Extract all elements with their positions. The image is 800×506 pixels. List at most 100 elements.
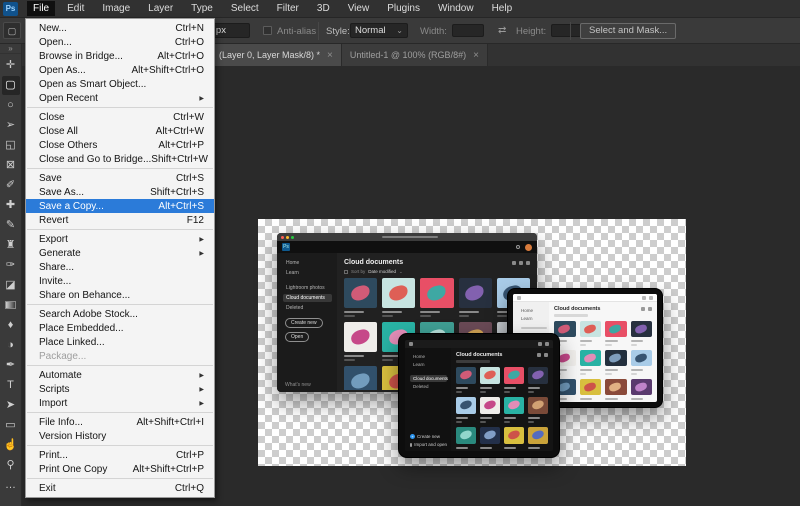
menu-plugins[interactable]: Plugins <box>381 1 426 16</box>
document-thumbnail <box>580 379 602 401</box>
menu-image[interactable]: Image <box>96 1 136 16</box>
menu-3d[interactable]: 3D <box>311 1 336 16</box>
menu-file[interactable]: File <box>27 1 55 16</box>
submenu-arrow-icon: ▶ <box>199 386 204 393</box>
tab-close-icon[interactable]: × <box>473 50 479 61</box>
file-menu-item-open-recent[interactable]: Open Recent▶ <box>26 91 214 105</box>
file-menu-item-place-embedded[interactable]: Place Embedded... <box>26 321 214 335</box>
file-menu-item-print[interactable]: Print...Ctrl+P <box>26 448 214 462</box>
file-menu-item-share-on-behance[interactable]: Share on Behance... <box>26 288 214 302</box>
history-brush-tool[interactable]: ✑ <box>2 256 20 275</box>
document-thumbnail <box>631 321 653 346</box>
file-menu-item-browse-in-bridge[interactable]: Browse in Bridge...Alt+Ctrl+O <box>26 49 214 63</box>
menu-select[interactable]: Select <box>225 1 265 16</box>
file-menu-item-share[interactable]: Share... <box>26 260 214 274</box>
file-menu-item-file-info[interactable]: File Info...Alt+Shift+Ctrl+I <box>26 415 214 429</box>
menu-shortcut: Ctrl+S <box>176 173 204 184</box>
lasso-tool[interactable]: ○ <box>2 96 20 115</box>
clone-stamp-tool[interactable]: ♜ <box>2 236 20 255</box>
collapse-panel-icon[interactable]: » <box>0 44 21 54</box>
menu-view[interactable]: View <box>342 1 376 16</box>
rectangular-marquee-tool[interactable]: ▢ <box>2 76 20 95</box>
file-menu-item-export[interactable]: Export▶ <box>26 232 214 246</box>
file-menu-item-search-adobe-stock[interactable]: Search Adobe Stock... <box>26 307 214 321</box>
mockup-sidebar-item: Learn <box>518 315 545 322</box>
height-input[interactable] <box>551 24 583 37</box>
menu-layer[interactable]: Layer <box>142 1 179 16</box>
menu-filter[interactable]: Filter <box>271 1 305 16</box>
mockup-sidebar-item: Lightroom photos <box>283 284 332 292</box>
hand-tool[interactable]: ☝ <box>2 436 20 455</box>
brush-tool[interactable]: ✎ <box>2 216 20 235</box>
blur-tool[interactable]: ♦ <box>2 316 20 335</box>
file-menu-item-exit[interactable]: ExitCtrl+Q <box>26 481 214 495</box>
file-menu-item-place-linked[interactable]: Place Linked... <box>26 335 214 349</box>
crop-tool[interactable]: ◱ <box>2 136 20 155</box>
file-menu-item-open-as[interactable]: Open As...Alt+Shift+Ctrl+O <box>26 63 214 77</box>
file-menu-item-close-others[interactable]: Close OthersAlt+Ctrl+P <box>26 138 214 152</box>
file-menu-item-save-as[interactable]: Save As...Shift+Ctrl+S <box>26 185 214 199</box>
document-thumbnail <box>528 367 548 393</box>
mockup-sort-row <box>456 360 490 363</box>
eyedropper-tool[interactable]: ✐ <box>2 176 20 195</box>
file-menu-item-close-all[interactable]: Close AllAlt+Ctrl+W <box>26 124 214 138</box>
file-menu-item-import[interactable]: Import▶ <box>26 396 214 410</box>
menu-shortcut: Alt+Shift+Ctrl+O <box>131 65 204 76</box>
traffic-light-minimize-icon <box>286 236 289 239</box>
menu-type[interactable]: Type <box>185 1 219 16</box>
tool-preset-icon[interactable]: ▢ <box>3 22 21 39</box>
tool-list: ✛▢○➢◱⊠✐✚✎♜✑◪ ♦◑✒T➤▭☝⚲… <box>2 56 20 496</box>
file-menu-item-open-as-smart-object[interactable]: Open as Smart Object... <box>26 77 214 91</box>
file-menu-item-open[interactable]: Open...Ctrl+O <box>26 35 214 49</box>
file-menu-item-new[interactable]: New...Ctrl+N <box>26 21 214 35</box>
zoom-tool[interactable]: ⚲ <box>2 456 20 475</box>
document-tab[interactable]: (Layer 0, Layer Mask/8) *× <box>211 44 342 66</box>
mockup-window-titlebar <box>277 233 537 241</box>
file-menu-item-close[interactable]: CloseCtrl+W <box>26 110 214 124</box>
file-menu-item-invite[interactable]: Invite... <box>26 274 214 288</box>
menu-edit[interactable]: Edit <box>61 1 90 16</box>
document-artwork[interactable]: Ps HomeLearnLightroom photosCloud docume… <box>258 219 686 466</box>
pen-tool[interactable]: ✒ <box>2 356 20 375</box>
file-menu-item-scripts[interactable]: Scripts▶ <box>26 382 214 396</box>
file-menu-item-save[interactable]: SaveCtrl+S <box>26 171 214 185</box>
mockup-sidebar-item: Cloud documents <box>283 294 332 302</box>
document-tab[interactable]: Untitled-1 @ 100% (RGB/8#)× <box>342 44 488 66</box>
file-menu-item-save-a-copy[interactable]: Save a Copy...Alt+Ctrl+S <box>26 199 214 213</box>
document-thumbnail <box>631 350 653 375</box>
type-tool[interactable]: T <box>2 376 20 395</box>
gradient-tool[interactable] <box>2 296 20 315</box>
healing-brush-tool[interactable]: ✚ <box>2 196 20 215</box>
file-menu-item-package[interactable]: Package... <box>26 349 214 363</box>
select-and-mask-button[interactable]: Select and Mask... <box>580 23 676 39</box>
object-selection-tool[interactable]: ➢ <box>2 116 20 135</box>
mockup-sidebar-item: Home <box>518 307 545 314</box>
style-dropdown[interactable]: Normal ⌄ <box>350 23 408 38</box>
document-thumbnail <box>344 278 377 317</box>
swap-dimensions-icon[interactable]: ⇄ <box>498 25 506 36</box>
anti-alias-checkbox[interactable] <box>263 26 272 35</box>
style-dropdown-value: Normal <box>355 24 386 37</box>
path-selection-tool[interactable]: ➤ <box>2 396 20 415</box>
menu-window[interactable]: Window <box>432 1 480 16</box>
file-menu-item-automate[interactable]: Automate▶ <box>26 368 214 382</box>
width-input[interactable] <box>452 24 484 37</box>
menu-separator <box>27 412 213 413</box>
rectangle-tool[interactable]: ▭ <box>2 416 20 435</box>
eraser-tool[interactable]: ◪ <box>2 276 20 295</box>
file-menu-item-print-one-copy[interactable]: Print One CopyAlt+Shift+Ctrl+P <box>26 462 214 476</box>
file-menu-item-revert[interactable]: RevertF12 <box>26 213 214 227</box>
frame-tool[interactable]: ⊠ <box>2 156 20 175</box>
file-menu-item-generate[interactable]: Generate▶ <box>26 246 214 260</box>
move-tool[interactable]: ✛ <box>2 56 20 75</box>
menu-shortcut: Alt+Shift+Ctrl+I <box>136 417 204 428</box>
file-menu-item-version-history[interactable]: Version History <box>26 429 214 443</box>
tab-close-icon[interactable]: × <box>327 50 333 61</box>
document-thumbnail <box>504 427 524 451</box>
dodge-tool[interactable]: ◑ <box>2 336 20 355</box>
photoshop-app-icon[interactable]: Ps <box>3 2 18 16</box>
file-menu-item-close-and-go-to-bridge[interactable]: Close and Go to Bridge...Shift+Ctrl+W <box>26 152 214 166</box>
menu-help[interactable]: Help <box>486 1 519 16</box>
edit-toolbar[interactable]: … <box>2 476 20 495</box>
document-thumbnail <box>480 397 500 423</box>
